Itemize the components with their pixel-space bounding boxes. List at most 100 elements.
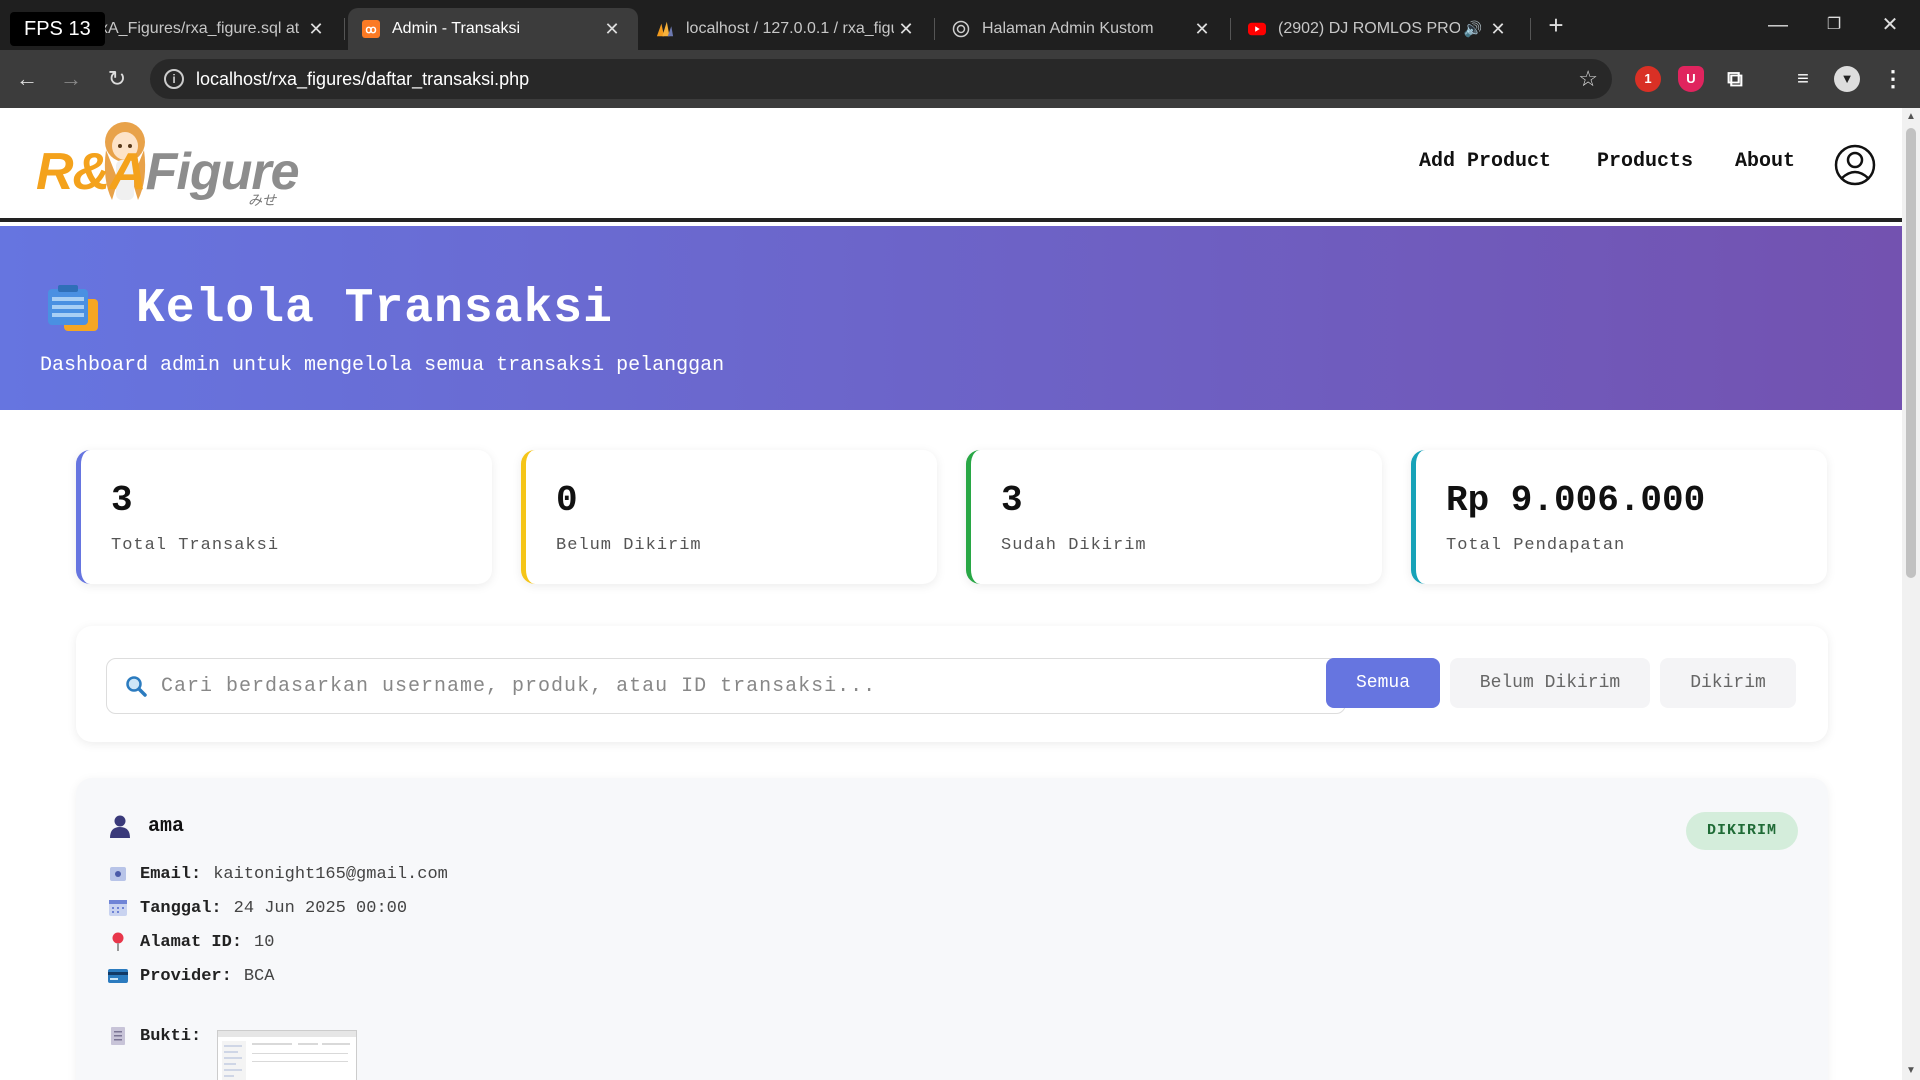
address-label: Alamat ID: — [140, 932, 243, 952]
window-close-icon[interactable]: ✕ — [1862, 0, 1918, 50]
site-info-icon[interactable]: i — [164, 69, 184, 89]
clipboard-icon — [48, 285, 98, 331]
date-label: Tanggal: — [140, 898, 222, 918]
forward-icon[interactable]: → — [52, 60, 90, 98]
extensions-puzzle-icon[interactable]: ⧉ — [1722, 66, 1748, 92]
browser-tab-bar: FPS 13 xA_Figures/rxa_figure.sql at m ✕ … — [0, 0, 1920, 50]
bookmark-star-icon[interactable]: ☆ — [1578, 59, 1598, 99]
tab-title: Admin - Transaksi — [392, 20, 521, 37]
credit-card-icon — [108, 966, 128, 986]
close-icon[interactable]: ✕ — [304, 19, 328, 40]
transaction-date-row: Tanggal: 24 Jun 2025 00:00 — [108, 898, 407, 918]
tab-title: (2902) DJ ROMLOS PROPUN — [1278, 20, 1460, 37]
calendar-icon — [108, 898, 128, 918]
tab-divider — [934, 18, 935, 40]
stat-belum-dikirim: 0 Belum Dikirim — [521, 450, 937, 584]
tab-youtube[interactable]: (2902) DJ ROMLOS PROPUN 🔊 ✕ — [1234, 8, 1524, 50]
location-pin-icon — [108, 932, 128, 952]
extension-badge: 1 — [1644, 71, 1652, 86]
stat-value: Rp 9.006.000 — [1446, 480, 1706, 521]
url-text: localhost/rxa_figures/daftar_transaksi.p… — [196, 69, 530, 89]
profile-avatar[interactable]: ▼ — [1834, 66, 1860, 92]
media-controls-icon[interactable]: ≡ — [1790, 66, 1816, 92]
tab-github-sql[interactable]: xA_Figures/rxa_figure.sql at m ✕ — [86, 8, 342, 50]
stat-value: 0 — [556, 480, 578, 521]
globe-icon — [952, 20, 970, 38]
scroll-up-icon[interactable]: ▲ — [1902, 108, 1920, 126]
tab-admin-kustom[interactable]: Halaman Admin Kustom ✕ — [938, 8, 1228, 50]
tab-divider — [344, 18, 345, 40]
provider-value: BCA — [243, 966, 275, 986]
user-icon — [110, 815, 130, 838]
logo-subtitle: みせ — [248, 192, 276, 208]
ublock-shield-icon[interactable]: U — [1678, 66, 1704, 92]
stat-sudah-dikirim: 3 Sudah Dikirim — [966, 450, 1382, 584]
scroll-down-icon[interactable]: ▼ — [1902, 1062, 1920, 1080]
search-icon — [126, 676, 147, 697]
transaction-proof-row: Bukti: — [108, 1026, 213, 1046]
new-tab-icon[interactable]: + — [1540, 10, 1572, 42]
tab-phpmyadmin[interactable]: localhost / 127.0.0.1 / rxa_figure ✕ — [642, 8, 932, 50]
stat-label: Sudah Dikirim — [1001, 536, 1147, 555]
site-logo[interactable]: R&AFigure みせ — [36, 120, 300, 210]
reload-icon[interactable]: ↻ — [98, 60, 136, 98]
restore-icon[interactable]: ❐ — [1806, 0, 1862, 50]
transaction-address-row: Alamat ID: 10 — [108, 932, 274, 952]
extension-red-icon[interactable]: 1 — [1635, 66, 1661, 92]
nav-add-product[interactable]: Add Product — [1419, 150, 1551, 173]
date-value: 24 Jun 2025 00:00 — [233, 898, 408, 918]
browser-toolbar: ← → ↻ i localhost/rxa_figures/daftar_tra… — [0, 50, 1920, 108]
svg-text:ꝏ: ꝏ — [365, 24, 376, 36]
stat-total-pendapatan: Rp 9.006.000 Total Pendapatan — [1411, 450, 1827, 584]
transaction-username: ama — [148, 814, 185, 838]
fps-counter: FPS 13 — [10, 12, 105, 46]
user-account-icon[interactable] — [1834, 144, 1876, 186]
back-icon[interactable]: ← — [8, 60, 46, 98]
address-bar[interactable]: i localhost/rxa_figures/daftar_transaksi… — [150, 59, 1612, 99]
stat-label: Total Pendapatan — [1446, 536, 1626, 555]
receipt-icon — [108, 1026, 128, 1046]
close-icon[interactable]: ✕ — [1486, 19, 1510, 40]
xampp-icon: ꝏ — [362, 20, 380, 38]
youtube-icon — [1248, 20, 1266, 38]
status-badge: DIKIRIM — [1686, 812, 1798, 850]
stat-total-transaksi: 3 Total Transaksi — [76, 450, 492, 584]
minimize-icon[interactable]: — — [1750, 0, 1806, 50]
page-subtitle: Dashboard admin untuk mengelola semua tr… — [40, 354, 725, 377]
transaction-card: ama DIKIRIM Email: kaitonight165@gmail.c… — [76, 778, 1828, 1080]
stat-label: Belum Dikirim — [556, 536, 702, 555]
transaction-user: ama — [108, 814, 184, 838]
tab-divider — [1230, 18, 1231, 40]
page-viewport: R&AFigure みせ Add Product Products About … — [0, 108, 1902, 1080]
menu-kebab-icon[interactable]: ⋮ — [1880, 66, 1906, 92]
stat-label: Total Transaksi — [111, 536, 280, 555]
search-box[interactable] — [106, 658, 1346, 714]
tab-title: localhost / 127.0.0.1 / rxa_figure — [686, 20, 894, 37]
nav-about[interactable]: About — [1735, 150, 1795, 173]
filter-semua-button[interactable]: Semua — [1326, 658, 1440, 708]
proof-image-thumbnail[interactable] — [217, 1030, 357, 1080]
close-icon[interactable]: ✕ — [600, 19, 624, 40]
filter-panel: Semua Belum Dikirim Dikirim — [76, 626, 1828, 742]
search-input[interactable] — [161, 659, 1311, 713]
transaction-email-row: Email: kaitonight165@gmail.com — [108, 864, 448, 884]
filter-dikirim-button[interactable]: Dikirim — [1660, 658, 1796, 708]
speaker-icon[interactable]: 🔊 — [1460, 20, 1486, 38]
transaction-provider-row: Provider: BCA — [108, 966, 274, 986]
provider-label: Provider: — [140, 966, 232, 986]
tab-admin-transaksi[interactable]: ꝏ Admin - Transaksi ✕ — [348, 8, 638, 50]
stat-value: 3 — [111, 480, 133, 521]
nav-products[interactable]: Products — [1597, 150, 1693, 173]
close-icon[interactable]: ✕ — [1190, 19, 1214, 40]
address-value: 10 — [254, 932, 275, 952]
scrollbar-thumb[interactable] — [1906, 128, 1916, 578]
tab-title: xA_Figures/rxa_figure.sql at m — [100, 20, 304, 37]
stat-value: 3 — [1001, 480, 1023, 521]
email-value: kaitonight165@gmail.com — [213, 864, 448, 884]
close-icon[interactable]: ✕ — [894, 19, 918, 40]
page-scrollbar[interactable]: ▲ ▼ — [1902, 108, 1920, 1080]
page-title: Kelola Transaksi — [136, 282, 613, 336]
email-icon — [108, 864, 128, 884]
filter-belum-dikirim-button[interactable]: Belum Dikirim — [1450, 658, 1650, 708]
hero-banner: Kelola Transaksi Dashboard admin untuk m… — [0, 226, 1902, 410]
